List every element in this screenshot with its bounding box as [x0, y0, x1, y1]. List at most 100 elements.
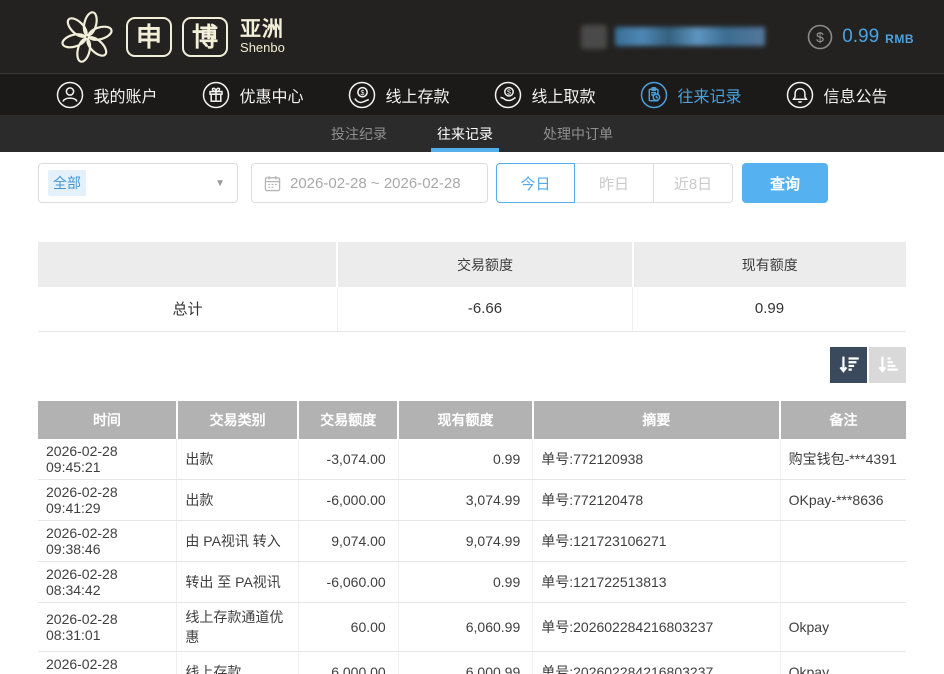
brand-logo[interactable]: 申 博 亚洲 Shenbo [58, 8, 285, 66]
withdraw-icon: $ [494, 81, 522, 109]
brand-name-en: Shenbo [240, 41, 285, 55]
svg-text:$: $ [816, 29, 824, 45]
last-8-days-button[interactable]: 近8日 [654, 163, 733, 203]
username-blurred [615, 27, 765, 46]
cell-time: 2026-02-28 08:31:01 [38, 651, 177, 674]
svg-text:$: $ [361, 90, 365, 97]
nav-label: 优惠中心 [239, 83, 303, 107]
date-range-picker[interactable]: 2026-02-28 ~ 2026-02-28 [251, 163, 488, 203]
flower-logo-icon [58, 8, 116, 66]
col-header-type: 交易类别 [177, 401, 299, 439]
cell-balance: 6,060.99 [398, 602, 533, 651]
nav-item-withdraw[interactable]: $ 线上取款 [494, 81, 595, 109]
col-header-time: 时间 [38, 401, 177, 439]
main-navigation: 我的账户 优惠中心 $ 线上存款 [0, 73, 944, 115]
nav-label: 线上存款 [385, 83, 449, 107]
cell-amount: -3,074.00 [298, 439, 398, 480]
table-row: 2026-02-28 08:31:01 线上存款通道优惠 60.00 6,060… [38, 602, 906, 651]
nav-label: 线上取款 [531, 83, 595, 107]
top-header: 申 博 亚洲 Shenbo $ 0.99 RMB [0, 0, 944, 73]
cell-balance: 9,074.99 [398, 520, 533, 561]
col-header-amount: 交易额度 [298, 401, 398, 439]
transactions-body: 2026-02-28 09:45:21 出款 -3,074.00 0.99 单号… [38, 439, 906, 674]
table-row: 2026-02-28 08:34:42 转出 至 PA视讯 -6,060.00 … [38, 561, 906, 602]
summary-header-empty [38, 242, 337, 287]
nav-label: 信息公告 [823, 83, 887, 107]
cell-note: OKpay-***8636 [780, 479, 906, 520]
cell-amount: 9,074.00 [298, 520, 398, 561]
transactions-table: 时间 交易类别 交易额度 现有额度 摘要 备注 2026-02-28 09:45… [38, 401, 906, 674]
col-header-note: 备注 [780, 401, 906, 439]
balance-currency: RMB [885, 28, 914, 46]
cell-summary: 单号:121722513813 [533, 561, 780, 602]
cell-amount: 60.00 [298, 602, 398, 651]
table-row: 2026-02-28 08:31:01 线上存款 6,000.00 6,000.… [38, 651, 906, 674]
calendar-icon [264, 175, 281, 192]
cell-type: 出款 [177, 479, 299, 520]
sort-controls [38, 347, 906, 383]
main-content: 全部 ▼ 2026-02-28 ~ 2026-02-28 今日 昨日 近8日 查 [0, 152, 944, 674]
nav-item-my-account[interactable]: 我的账户 [56, 81, 157, 109]
cell-note: Okpay [780, 602, 906, 651]
balance-display[interactable]: $ 0.99 RMB [807, 24, 914, 50]
nav-label: 我的账户 [93, 83, 157, 107]
dollar-coin-icon: $ [807, 24, 833, 50]
cell-type: 线上存款 [177, 651, 299, 674]
tab-betting-records[interactable]: 投注纪录 [319, 115, 399, 152]
cell-type: 转出 至 PA视讯 [177, 561, 299, 602]
cell-summary: 单号:772120938 [533, 439, 780, 480]
cell-amount: -6,000.00 [298, 479, 398, 520]
brand-char-1: 申 [126, 17, 172, 57]
cell-balance: 0.99 [398, 561, 533, 602]
summary-header-current: 现有额度 [633, 242, 906, 287]
masked-username[interactable] [581, 25, 765, 49]
brand-region: 亚洲 [240, 19, 285, 41]
cell-balance: 6,000.99 [398, 651, 533, 674]
cell-type: 由 PA视讯 转入 [177, 520, 299, 561]
summary-total-label: 总计 [38, 287, 337, 331]
cell-time: 2026-02-28 08:34:42 [38, 561, 177, 602]
query-button[interactable]: 查询 [742, 163, 828, 203]
table-row: 2026-02-28 09:38:46 由 PA视讯 转入 9,074.00 9… [38, 520, 906, 561]
cell-type: 线上存款通道优惠 [177, 602, 299, 651]
tab-processing-orders[interactable]: 处理中订单 [531, 115, 625, 152]
yesterday-button[interactable]: 昨日 [575, 163, 654, 203]
summary-header-transaction: 交易额度 [337, 242, 632, 287]
brand-char-2: 博 [182, 17, 228, 57]
cell-time: 2026-02-28 09:45:21 [38, 439, 177, 480]
cell-note [780, 561, 906, 602]
nav-item-deposit[interactable]: $ 线上存款 [348, 81, 449, 109]
col-header-summary: 摘要 [533, 401, 780, 439]
category-select[interactable]: 全部 ▼ [38, 163, 238, 203]
nav-item-transaction-records[interactable]: 往来记录 [640, 81, 741, 109]
transactions-page: 申 博 亚洲 Shenbo $ 0.99 RMB [0, 0, 944, 674]
summary-total-transaction: -6.66 [337, 287, 632, 331]
sort-ascending-button[interactable] [869, 347, 906, 383]
summary-header-row: 交易额度 现有额度 [38, 242, 906, 287]
cell-summary: 单号:772120478 [533, 479, 780, 520]
today-button[interactable]: 今日 [496, 163, 575, 203]
cell-note: Okpay [780, 651, 906, 674]
col-header-balance: 现有额度 [398, 401, 533, 439]
date-range-value: 2026-02-28 ~ 2026-02-28 [290, 175, 461, 192]
tab-transaction-records[interactable]: 往来记录 [425, 115, 505, 152]
quick-date-buttons: 今日 昨日 近8日 [496, 163, 733, 203]
cell-amount: 6,000.00 [298, 651, 398, 674]
balance-amount: 0.99 [842, 26, 879, 48]
nav-item-announcements[interactable]: 信息公告 [786, 81, 887, 109]
records-icon [640, 81, 668, 109]
cell-amount: -6,060.00 [298, 561, 398, 602]
cell-summary: 单号:121723106271 [533, 520, 780, 561]
cell-time: 2026-02-28 09:38:46 [38, 520, 177, 561]
bell-icon [786, 81, 814, 109]
svg-text:$: $ [508, 89, 512, 96]
sort-descending-button[interactable] [830, 347, 867, 383]
cell-note: 购宝钱包-***4391 [780, 439, 906, 480]
category-selected-value: 全部 [48, 170, 86, 196]
cell-time: 2026-02-28 08:31:01 [38, 602, 177, 651]
cell-type: 出款 [177, 439, 299, 480]
nav-item-promotions[interactable]: 优惠中心 [202, 81, 303, 109]
table-row: 2026-02-28 09:41:29 出款 -6,000.00 3,074.9… [38, 479, 906, 520]
summary-table: 交易额度 现有额度 总计 -6.66 0.99 [38, 242, 906, 332]
cell-summary: 单号:202602284216803237 [533, 602, 780, 651]
